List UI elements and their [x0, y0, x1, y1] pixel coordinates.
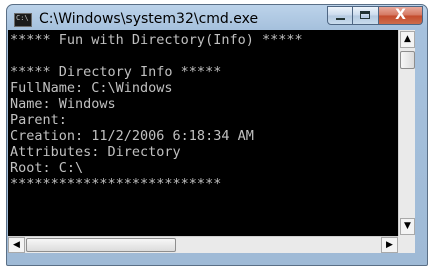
console-line: Name: Windows	[10, 96, 116, 112]
close-icon: X	[395, 7, 406, 23]
horizontal-scrollbar[interactable]: ◀ ▶	[8, 236, 398, 253]
vertical-scroll-thumb[interactable]	[400, 51, 415, 69]
console-line: **************************	[10, 176, 222, 192]
console-line: Parent:	[10, 112, 67, 128]
arrow-up-icon: ▲	[404, 34, 411, 44]
console-line: ***** Directory Info *****	[10, 64, 222, 80]
vertical-scrollbar[interactable]: ▲ ▼	[398, 30, 415, 236]
horizontal-scroll-thumb[interactable]	[26, 238, 176, 252]
arrow-right-icon: ▶	[386, 240, 393, 250]
console-line: Creation: 11/2/2006 6:18:34 AM	[10, 128, 254, 144]
cmd-icon-glyph: C:\	[16, 14, 29, 22]
console-line: Attributes: Directory	[10, 144, 181, 160]
scroll-up-button[interactable]: ▲	[400, 31, 415, 48]
console-line: ***** Fun with Directory(Info) *****	[10, 32, 303, 48]
minimize-icon	[336, 18, 345, 20]
scroll-right-button[interactable]: ▶	[381, 237, 398, 253]
arrow-down-icon: ▼	[404, 221, 411, 231]
maximize-button[interactable]	[353, 6, 379, 25]
scroll-down-button[interactable]: ▼	[400, 218, 415, 235]
console-line: FullName: C:\Windows	[10, 80, 173, 96]
window-title: C:\Windows\system32\cmd.exe	[39, 11, 259, 27]
scrollbar-corner	[398, 236, 415, 253]
maximize-icon	[360, 11, 370, 19]
close-button[interactable]: X	[379, 6, 423, 25]
scroll-left-button[interactable]: ◀	[8, 237, 25, 253]
arrow-left-icon: ◀	[13, 240, 20, 250]
minimize-button[interactable]	[327, 6, 353, 25]
cmd-app-icon[interactable]: C:\	[14, 13, 32, 27]
console-line: Root: C:\	[10, 160, 84, 176]
console-output[interactable]: ***** Fun with Directory(Info) ***** ***…	[8, 30, 398, 236]
